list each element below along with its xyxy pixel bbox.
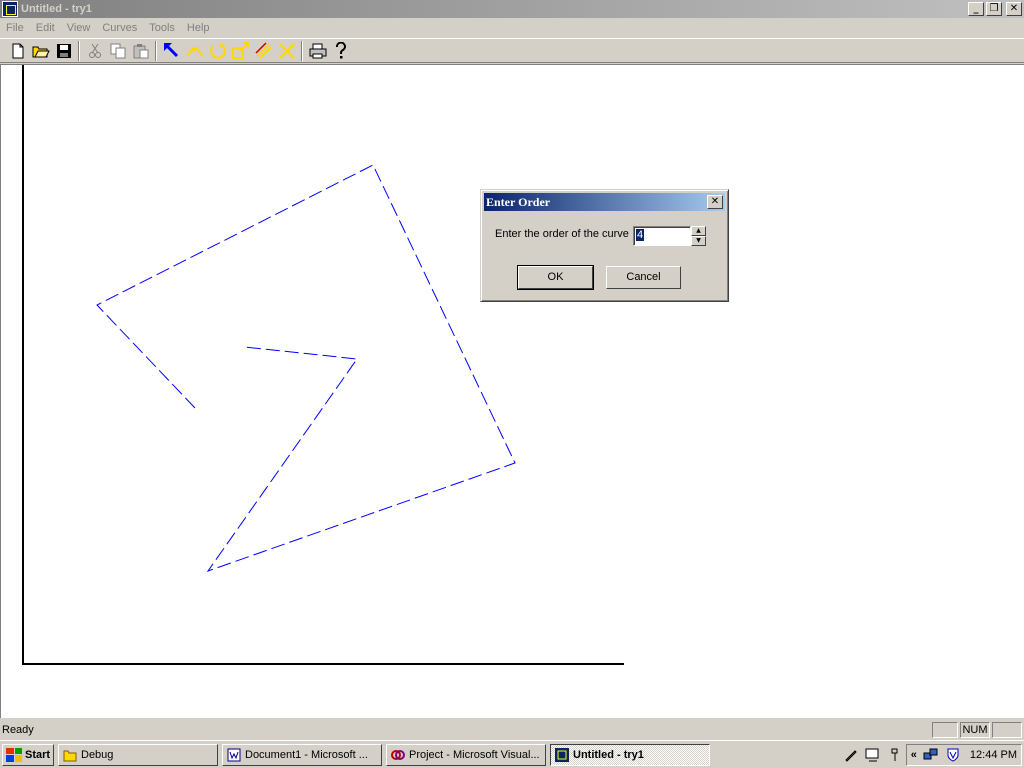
menu-view[interactable]: View [61,22,97,34]
dialog-title-bar: Enter Order ✕ [484,193,725,211]
toolbar-separator [155,40,157,61]
app-icon [555,747,569,762]
enter-order-dialog: Enter Order ✕ Enter the order of the cur… [480,189,729,302]
save-icon[interactable] [52,40,75,62]
visual-studio-icon [391,749,405,760]
copy-icon[interactable] [106,40,129,62]
status-text: Ready [2,724,34,736]
notification-area: « 12:44 PM [905,744,1022,766]
order-spinner[interactable]: ▲ ▼ [691,226,706,246]
order-input-value: 4 [636,229,645,241]
toolbar [0,38,1024,63]
draw-curve-icon[interactable] [183,40,206,62]
toolbar-separator [301,40,303,61]
pen-tool-icon[interactable] [843,747,859,763]
restore-button[interactable]: ❐ [986,2,1002,16]
curve-drawing[interactable] [1,65,1023,717]
taskbar: Start Debug Document1 - Microsoft ... Pr… [0,740,1024,768]
spin-down-button[interactable]: ▼ [691,236,706,246]
menu-bar: File Edit View Curves Tools Help [0,18,1024,37]
close-button[interactable]: ✕ [1006,2,1022,16]
menu-help[interactable]: Help [181,22,216,34]
dialog-title: Enter Order [486,195,551,209]
cancel-button[interactable]: Cancel [606,266,681,289]
clock[interactable]: 12:44 PM [970,749,1017,761]
drawing-canvas[interactable] [0,64,1024,718]
title-bar: Untitled - try1 _ ❐ ✕ [0,0,1024,18]
task-project[interactable]: Project - Microsoft Visual... [386,743,546,766]
tray-expand-chevron[interactable]: « [911,749,917,761]
order-label: Enter the order of the curve [495,228,629,240]
menu-file[interactable]: File [0,22,30,34]
status-pane-scrl [992,722,1022,738]
task-label: Untitled - try1 [573,748,644,761]
dialog-close-button[interactable]: ✕ [707,195,723,209]
toolbar-separator [78,40,80,61]
menu-edit[interactable]: Edit [30,22,61,34]
task-untitled-try1[interactable]: Untitled - try1 [550,743,710,766]
task-label: Debug [81,748,114,761]
spin-up-button[interactable]: ▲ [691,226,706,236]
cut-icon[interactable] [83,40,106,62]
system-tray-area: « 12:44 PM [840,744,1022,766]
order-input[interactable]: 4 [633,226,691,246]
status-pane-cap [932,722,958,738]
antivirus-shield-icon[interactable] [945,747,961,763]
task-document1[interactable]: Document1 - Microsoft ... [222,743,382,766]
menu-tools[interactable]: Tools [143,22,181,34]
folder-icon [63,750,77,761]
status-bar: Ready NUM [0,720,1024,740]
scale-icon[interactable] [229,40,252,62]
word-icon [227,748,241,761]
menu-curves[interactable]: Curves [96,22,143,34]
ok-button[interactable]: OK [517,265,594,290]
task-label: Project - Microsoft Visual... [409,748,540,761]
control-polygon[interactable] [96,164,516,572]
window-title: Untitled - try1 [21,3,92,15]
windows-logo-icon [6,747,22,762]
select-arrow-icon[interactable] [160,40,183,62]
task-debug[interactable]: Debug [58,743,218,766]
start-label: Start [25,748,51,761]
ime-icon[interactable] [887,747,903,763]
start-button[interactable]: Start [2,743,54,766]
status-pane-num: NUM [960,722,990,738]
network-connection-icon[interactable] [923,747,939,763]
print-icon[interactable] [306,40,329,62]
minimize-button[interactable]: _ [968,2,984,16]
delete-icon[interactable] [275,40,298,62]
task-label: Document1 - Microsoft ... [245,748,368,761]
open-folder-icon[interactable] [29,40,52,62]
new-file-icon[interactable] [6,40,29,62]
paste-icon[interactable] [129,40,152,62]
app-icon[interactable] [2,1,18,17]
help-icon[interactable] [329,40,352,62]
parallel-lines-icon[interactable] [252,40,275,62]
rotate-icon[interactable] [206,40,229,62]
network-settings-icon[interactable] [865,747,881,763]
